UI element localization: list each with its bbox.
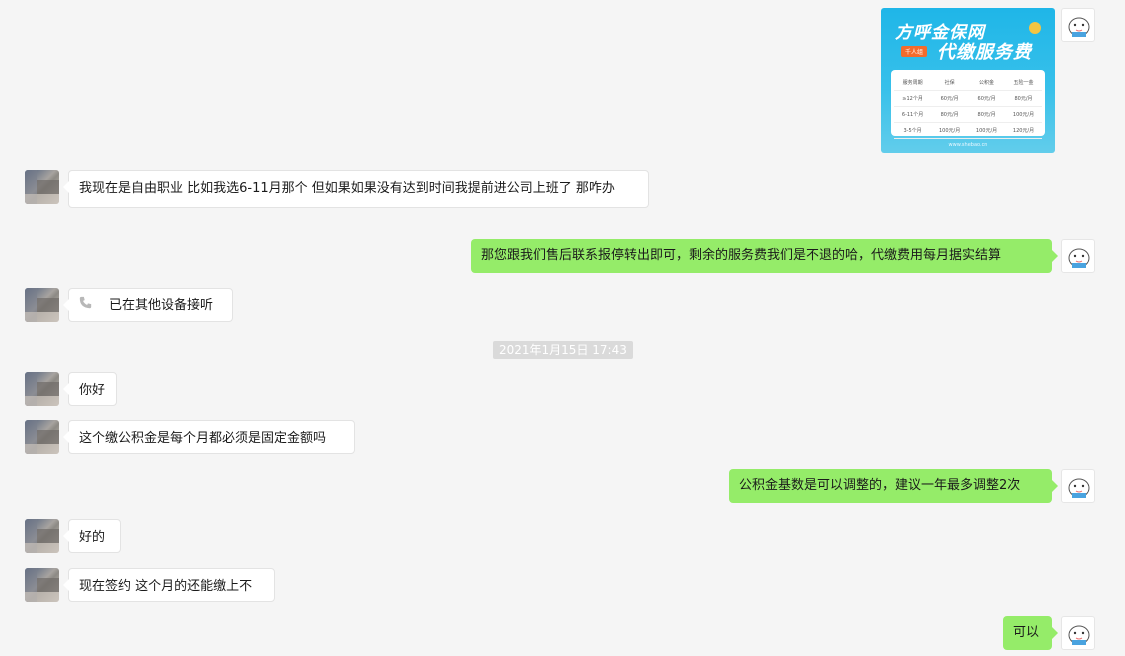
table-cell: 100元/月 bbox=[931, 122, 969, 139]
message-bubble[interactable]: 好的 bbox=[63, 519, 121, 553]
promo-footer: www.shebao.cn bbox=[948, 142, 988, 148]
avatar[interactable] bbox=[25, 288, 59, 322]
table-header: 社保 bbox=[931, 75, 969, 91]
avatar[interactable] bbox=[25, 519, 59, 553]
avatar[interactable] bbox=[1061, 8, 1095, 42]
table-cell: 6-11个月 bbox=[894, 106, 932, 123]
cartoon-avatar-icon bbox=[1068, 248, 1090, 268]
table-header: 公积金 bbox=[968, 75, 1006, 91]
message-bubble[interactable]: 我现在是自由职业 比如我选6-11月那个 但如果如果没有达到时间我提前进公司上班… bbox=[63, 170, 649, 208]
phone-icon bbox=[79, 296, 95, 316]
avatar[interactable] bbox=[25, 372, 59, 406]
message-text: 你好 bbox=[79, 383, 106, 398]
table-cell: 120元/月 bbox=[1005, 122, 1042, 139]
coin-icon bbox=[1029, 22, 1041, 34]
avatar[interactable] bbox=[1061, 469, 1095, 503]
avatar[interactable] bbox=[25, 420, 59, 454]
message-text: 我现在是自由职业 比如我选6-11月那个 但如果如果没有达到时间我提前进公司上班… bbox=[79, 181, 615, 196]
message-text: 好的 bbox=[79, 530, 106, 545]
table-cell: 80元/月 bbox=[931, 106, 969, 123]
cartoon-avatar-icon bbox=[1068, 478, 1090, 498]
call-notice-bubble[interactable]: 已在其他设备接听 bbox=[63, 288, 233, 322]
message-bubble-sent[interactable]: 那您跟我们售后联系报停转出即可，剩余的服务费我们是不退的哈，代缴费用每月据实结算 bbox=[471, 239, 1058, 273]
table-header: 服务周期 bbox=[894, 75, 932, 91]
table-cell: 60元/月 bbox=[931, 90, 969, 107]
timestamp-badge: 2021年1月15日 17:43 bbox=[493, 341, 633, 359]
promo-price-table: 服务周期 社保 公积金 五险一金 ≥12个月 60元/月 60元/月 80元/月… bbox=[891, 70, 1045, 139]
table-cell: 3-5个月 bbox=[894, 122, 932, 139]
table-cell: 60元/月 bbox=[968, 90, 1006, 107]
promo-tag: 千人组 bbox=[901, 46, 928, 57]
table-cell: 100元/月 bbox=[968, 122, 1006, 139]
message-text: 现在签约 这个月的还能缴上不 bbox=[79, 579, 253, 594]
avatar[interactable] bbox=[1061, 616, 1095, 650]
message-text: 可以 bbox=[1013, 625, 1040, 640]
message-text: 公积金基数是可以调整的，建议一年最多调整2次 bbox=[739, 478, 1021, 493]
table-cell: 100元/月 bbox=[1005, 106, 1042, 123]
message-text: 那您跟我们售后联系报停转出即可，剩余的服务费我们是不退的哈，代缴费用每月据实结算 bbox=[481, 248, 1002, 263]
promo-title-line2: 代缴服务费 bbox=[937, 42, 1032, 63]
promo-image[interactable]: 方呼金保网 千人组 代缴服务费 服务周期 社保 公积金 五险一金 ≥12个月 6… bbox=[881, 8, 1055, 153]
message-bubble-sent[interactable]: 公积金基数是可以调整的，建议一年最多调整2次 bbox=[729, 469, 1058, 503]
message-bubble[interactable]: 现在签约 这个月的还能缴上不 bbox=[63, 568, 275, 602]
message-text: 已在其他设备接听 bbox=[109, 298, 214, 313]
avatar[interactable] bbox=[25, 568, 59, 602]
message-bubble[interactable]: 这个缴公积金是每个月都必须是固定金额吗 bbox=[63, 420, 355, 454]
message-text: 这个缴公积金是每个月都必须是固定金额吗 bbox=[79, 431, 327, 446]
table-header: 五险一金 bbox=[1005, 75, 1042, 91]
cartoon-avatar-icon bbox=[1068, 625, 1090, 645]
cartoon-avatar-icon bbox=[1068, 17, 1090, 37]
table-cell: 80元/月 bbox=[968, 106, 1006, 123]
table-cell: 80元/月 bbox=[1005, 90, 1042, 107]
table-cell: ≥12个月 bbox=[894, 90, 932, 107]
message-bubble-sent[interactable]: 可以 bbox=[1003, 616, 1058, 650]
avatar[interactable] bbox=[25, 170, 59, 204]
message-bubble[interactable]: 你好 bbox=[63, 372, 117, 406]
avatar[interactable] bbox=[1061, 239, 1095, 273]
